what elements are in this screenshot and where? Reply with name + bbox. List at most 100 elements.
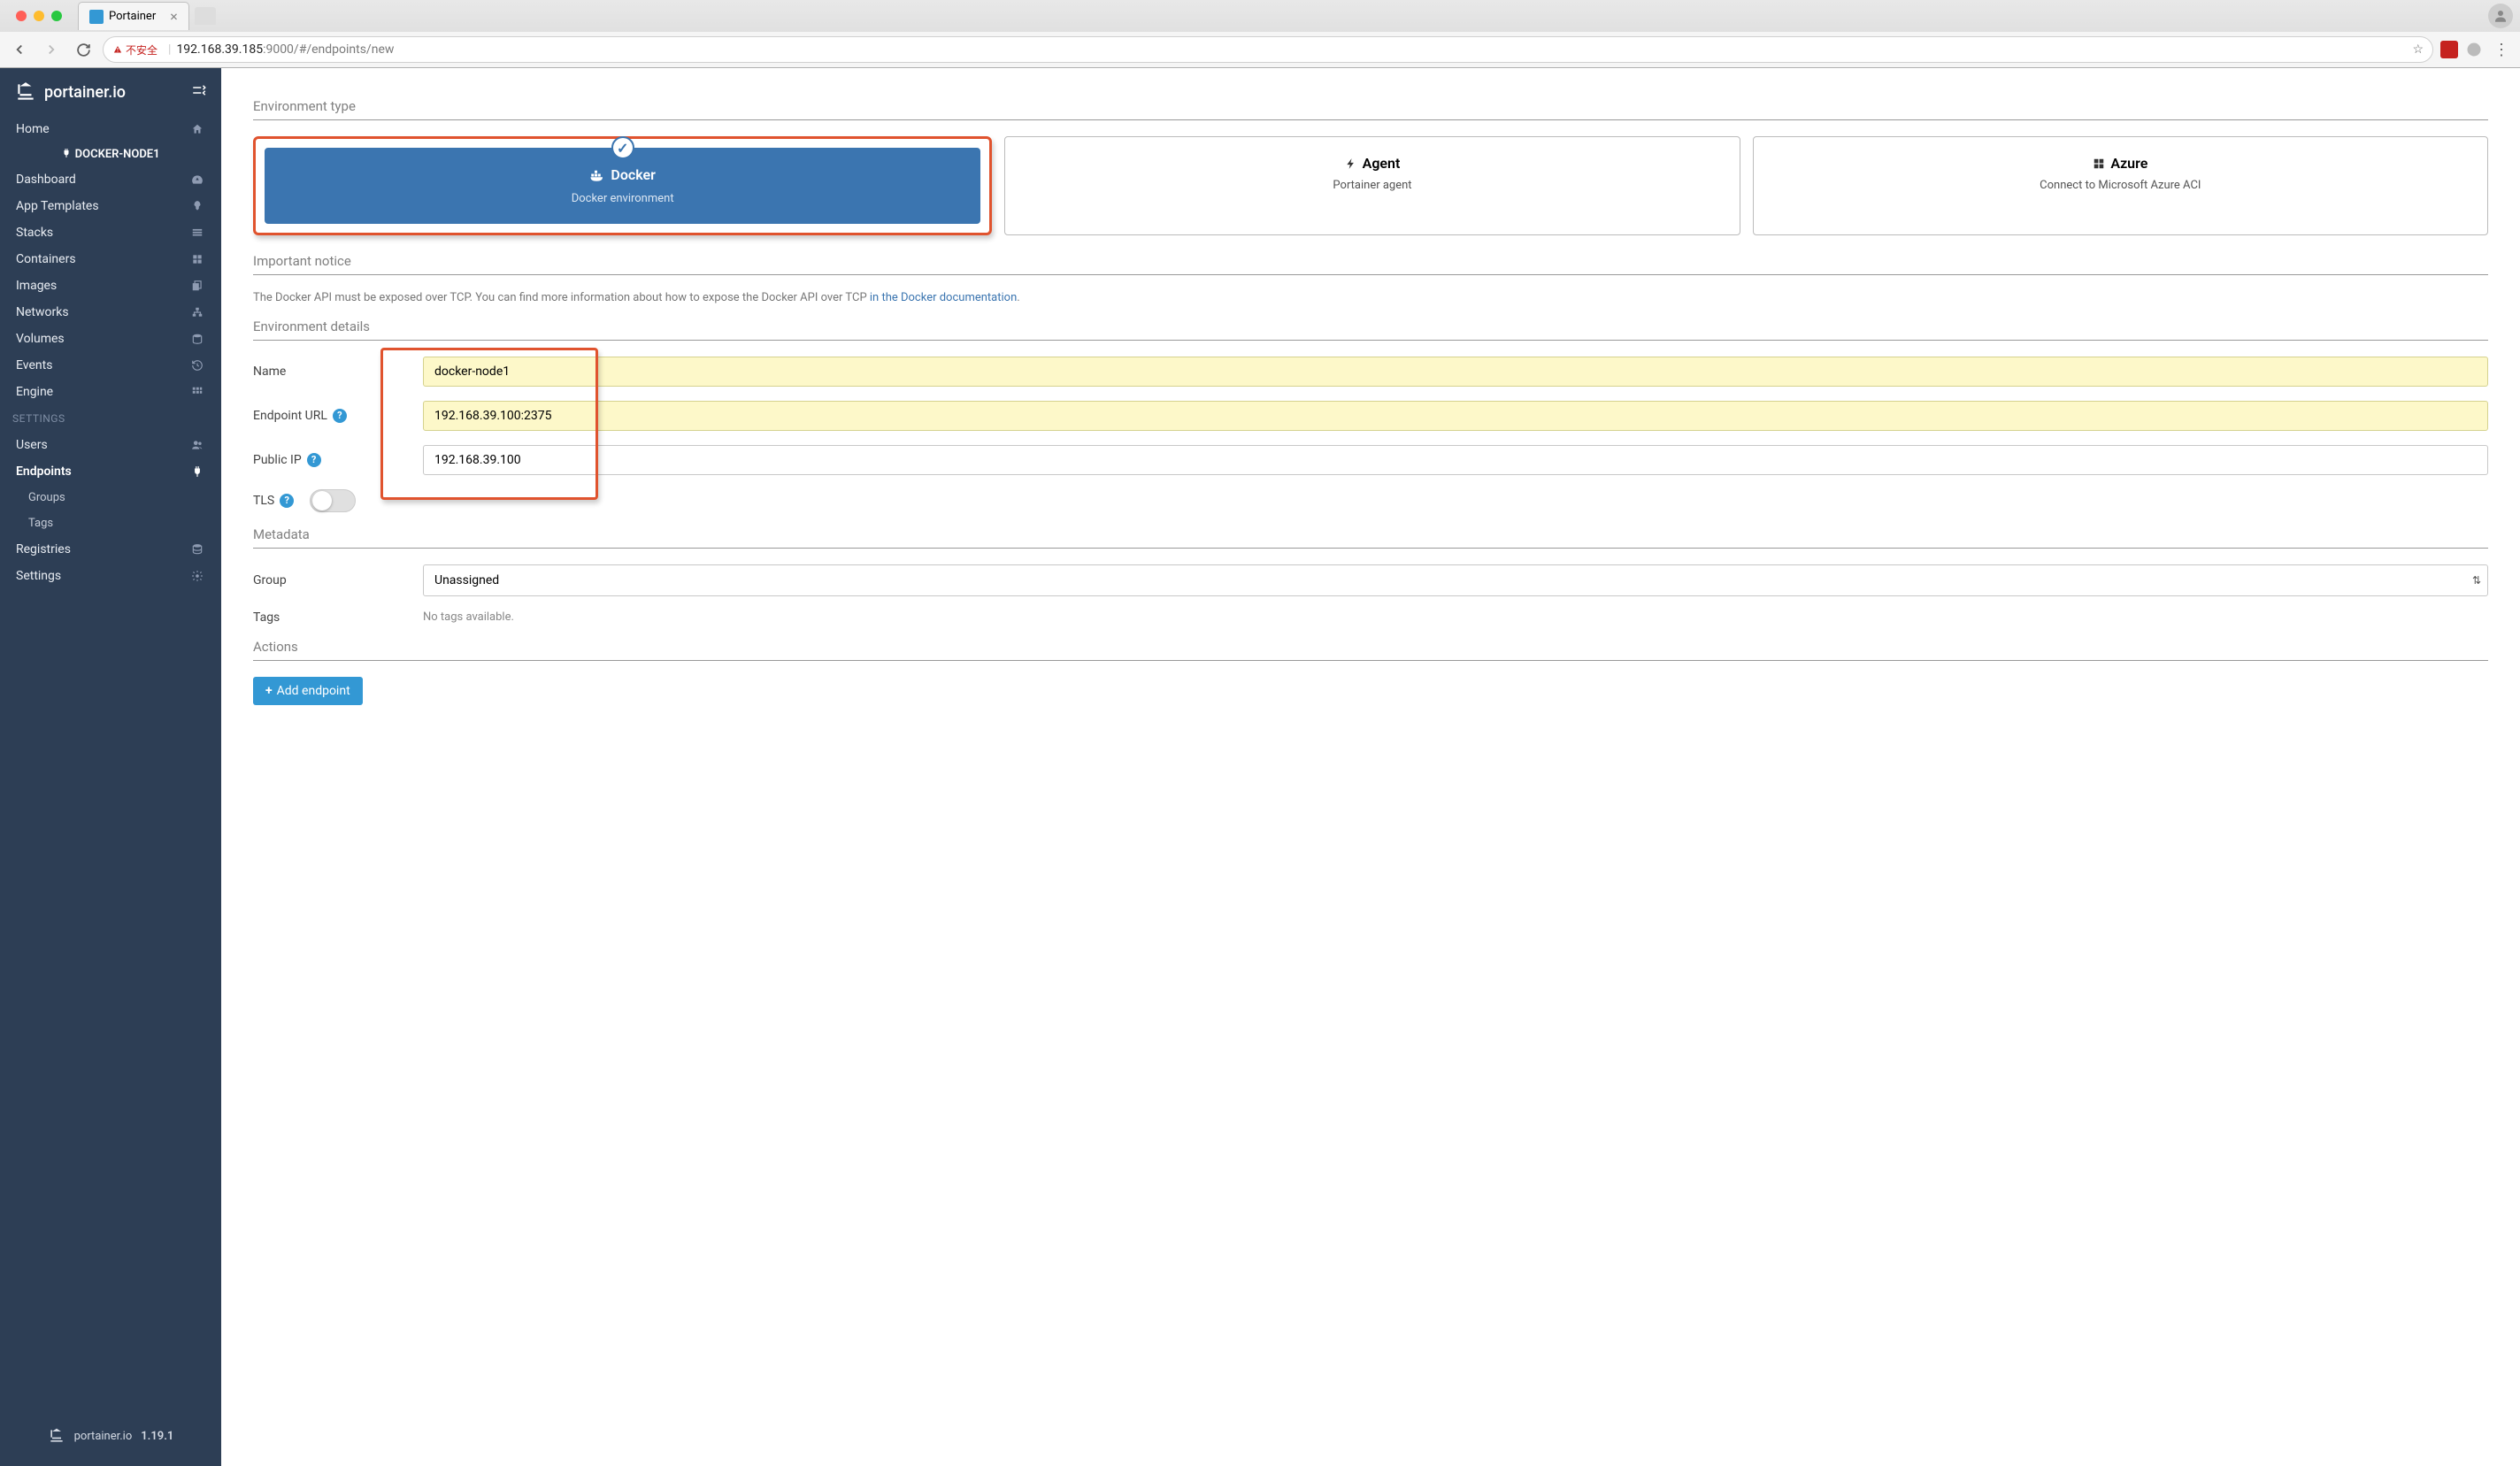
tab-bar: Portainer × <box>0 0 2520 32</box>
extension-icon-2[interactable] <box>2465 41 2483 58</box>
sidebar-item-events[interactable]: Events <box>0 352 221 379</box>
browser-chrome: Portainer × 不安全 | 192.168.39.185:9000/#/… <box>0 0 2520 68</box>
address-bar[interactable]: 不安全 | 192.168.39.185:9000/#/endpoints/ne… <box>103 36 2433 63</box>
endpoint-url-input[interactable] <box>423 401 2488 431</box>
sidebar-item-tags[interactable]: Tags <box>0 510 221 536</box>
sidebar-item-endpoints[interactable]: Endpoints <box>0 458 221 485</box>
docker-icon <box>589 167 605 183</box>
new-tab-button[interactable] <box>195 7 216 25</box>
env-type-azure[interactable]: Azure Connect to Microsoft Azure ACI <box>1753 136 2488 235</box>
th-icon <box>189 386 205 398</box>
sidebar-item-dashboard[interactable]: Dashboard <box>0 166 221 193</box>
name-label: Name <box>253 365 423 379</box>
extension-icon-1[interactable] <box>2440 41 2458 58</box>
bookmark-star-icon[interactable]: ☆ <box>2412 42 2424 57</box>
tachometer-icon <box>189 173 205 186</box>
tab-favicon <box>89 10 104 24</box>
help-icon[interactable]: ? <box>307 453 321 467</box>
cubes-icon <box>189 253 205 265</box>
browser-tab[interactable]: Portainer × <box>78 2 189 30</box>
tls-toggle[interactable] <box>310 489 356 512</box>
address-bar-actions: ☆ <box>2412 42 2424 57</box>
tls-label: TLS ? <box>253 494 294 508</box>
environment-details-form: Name Endpoint URL ? Public IP ? <box>253 357 2488 512</box>
sidebar-docker-node[interactable]: DOCKER-NODE1 <box>0 142 221 166</box>
history-icon <box>189 359 205 372</box>
cogs-icon <box>189 570 205 582</box>
sidebar-item-networks[interactable]: Networks <box>0 299 221 326</box>
sidebar-item-groups[interactable]: Groups <box>0 485 221 510</box>
portainer-logo-small-icon <box>48 1427 65 1445</box>
sidebar: portainer.io Home DOCKER-NODE1 Dashboard… <box>0 68 221 1466</box>
insecure-badge: 不安全 <box>112 42 158 58</box>
window-close-button[interactable] <box>16 11 27 21</box>
sidebar-item-home[interactable]: Home <box>0 116 221 142</box>
sidebar-toggle-icon[interactable] <box>191 82 207 102</box>
nav-reload-button[interactable] <box>71 37 96 62</box>
nav-back-button[interactable] <box>7 37 32 62</box>
hdd-icon <box>189 333 205 345</box>
logo[interactable]: portainer.io <box>14 81 126 104</box>
sidebar-item-stacks[interactable]: Stacks <box>0 219 221 246</box>
group-select[interactable]: Unassigned <box>423 564 2488 596</box>
form-row-name: Name <box>253 357 2488 387</box>
endpoint-url-label: Endpoint URL ? <box>253 409 423 423</box>
url-host: 192.168.39.185 <box>176 42 263 57</box>
public-ip-input[interactable] <box>423 445 2488 475</box>
profile-avatar[interactable] <box>2488 4 2513 28</box>
env-type-docker[interactable]: ✓ Docker Docker environment <box>265 148 980 224</box>
tab-title: Portainer <box>109 10 156 23</box>
notice-text: The Docker API must be exposed over TCP.… <box>253 291 2488 304</box>
nav-forward-button[interactable] <box>39 37 64 62</box>
form-row-group: Group Unassigned ⇅ <box>253 564 2488 596</box>
reload-icon <box>76 42 91 58</box>
tab-close-button[interactable]: × <box>170 8 178 25</box>
traffic-lights <box>7 11 71 21</box>
version-label: 1.19.1 <box>141 1430 173 1443</box>
list-icon <box>189 226 205 239</box>
arrow-left-icon <box>12 42 27 58</box>
rocket-icon <box>189 200 205 212</box>
window-minimize-button[interactable] <box>34 11 44 21</box>
app: portainer.io Home DOCKER-NODE1 Dashboard… <box>0 68 2520 1466</box>
bolt-icon <box>1345 157 1357 170</box>
window-maximize-button[interactable] <box>51 11 62 21</box>
help-icon[interactable]: ? <box>280 494 294 508</box>
home-icon <box>189 123 205 135</box>
sidebar-item-users[interactable]: Users <box>0 432 221 458</box>
environment-type-cards: ✓ Docker Docker environment Agent Portai… <box>253 136 2488 235</box>
env-type-agent[interactable]: Agent Portainer agent <box>1004 136 1740 235</box>
url-path: :9000/#/endpoints/new <box>263 42 394 57</box>
sitemap-icon <box>189 306 205 319</box>
metadata-heading: Metadata <box>253 526 2488 549</box>
portainer-logo-icon <box>14 81 37 104</box>
sidebar-item-images[interactable]: Images <box>0 272 221 299</box>
plug-icon <box>61 148 72 158</box>
clone-icon <box>189 280 205 292</box>
help-icon[interactable]: ? <box>333 409 347 423</box>
sidebar-item-settings[interactable]: Settings <box>0 563 221 589</box>
sidebar-header: portainer.io <box>0 68 221 116</box>
microsoft-icon <box>2093 157 2105 170</box>
browser-menu-button[interactable]: ⋮ <box>2490 41 2513 59</box>
sidebar-item-registries[interactable]: Registries <box>0 536 221 563</box>
database-icon <box>189 543 205 556</box>
docker-docs-link[interactable]: in the Docker documentation <box>870 291 1017 304</box>
important-notice-heading: Important notice <box>253 253 2488 275</box>
main-content: Environment type ✓ Docker Docker environ… <box>221 68 2520 1466</box>
person-icon <box>2493 8 2508 24</box>
sidebar-footer: portainer.io 1.19.1 <box>0 1415 221 1466</box>
sidebar-item-engine[interactable]: Engine <box>0 379 221 405</box>
name-input[interactable] <box>423 357 2488 387</box>
form-row-tags: Tags No tags available. <box>253 610 2488 625</box>
sidebar-item-app-templates[interactable]: App Templates <box>0 193 221 219</box>
add-endpoint-button[interactable]: + Add endpoint <box>253 677 363 705</box>
check-badge-icon: ✓ <box>611 136 634 159</box>
plus-icon: + <box>265 684 273 698</box>
environment-details-heading: Environment details <box>253 319 2488 341</box>
sidebar-item-volumes[interactable]: Volumes <box>0 326 221 352</box>
docker-card-highlight: ✓ Docker Docker environment <box>253 136 992 235</box>
users-icon <box>189 439 205 451</box>
plug-icon <box>189 465 205 478</box>
sidebar-item-containers[interactable]: Containers <box>0 246 221 272</box>
